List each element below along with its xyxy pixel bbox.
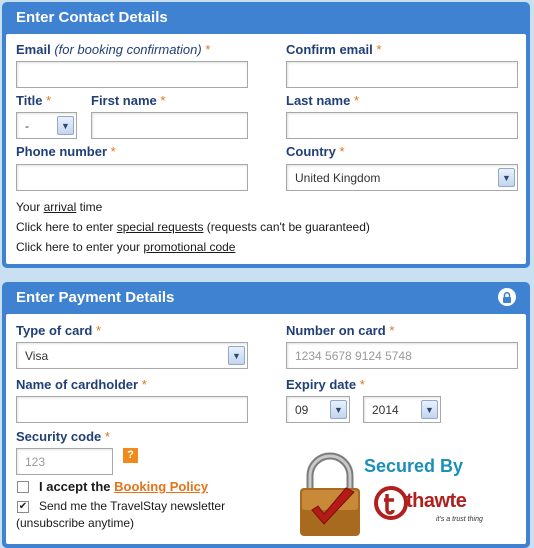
card-type-select[interactable]: Visa ▼	[16, 342, 248, 369]
chevron-down-icon: ▼	[330, 400, 347, 419]
expiry-month-select[interactable]: 09 ▼	[286, 396, 350, 423]
expiry-year-select[interactable]: 2014 ▼	[363, 396, 441, 423]
security-code-field[interactable]: 123	[16, 448, 113, 475]
last-name-label: Last name *	[286, 93, 359, 108]
payment-details-header: Enter Payment Details	[2, 282, 530, 314]
secured-badge: Secured By thawte it's a trust thing	[294, 450, 494, 544]
cardholder-label: Name of cardholder *	[16, 377, 147, 392]
thawte-logo-icon	[374, 486, 408, 520]
first-name-field[interactable]	[91, 112, 248, 139]
confirm-email-label: Confirm email *	[286, 42, 382, 57]
phone-label: Phone number *	[16, 144, 116, 159]
email-field[interactable]	[16, 61, 248, 88]
contact-details-body: Email (for booking confirmation) * Confi…	[6, 34, 526, 264]
promo-code-link[interactable]: promotional code	[143, 240, 235, 254]
thawte-brand-text: thawte	[406, 490, 467, 512]
help-icon[interactable]: ?	[123, 448, 138, 463]
booking-policy-link[interactable]: Booking Policy	[114, 479, 208, 494]
payment-details-panel: Enter Payment Details Type of card * Vis…	[2, 282, 530, 548]
arrival-time-line: Your arrival time	[16, 200, 103, 214]
thawte-tagline: it's a trust thing	[436, 516, 483, 523]
country-label: Country *	[286, 144, 345, 159]
newsletter-label: Send me the TravelStay newsletter	[39, 499, 226, 513]
payment-details-body: Type of card * Visa ▼ Number on card * 1…	[6, 314, 526, 544]
contact-details-panel: Enter Contact Details Email (for booking…	[2, 2, 530, 268]
secured-by-text: Secured By	[364, 456, 464, 476]
expiry-year-value: 2014	[372, 403, 399, 417]
accept-policy-checkbox[interactable]	[17, 481, 29, 493]
required-mark: *	[205, 42, 211, 57]
chevron-down-icon: ▼	[498, 168, 515, 187]
confirm-email-field[interactable]	[286, 61, 518, 88]
lock-icon	[498, 288, 516, 306]
special-requests-line: Click here to enter special requests (re…	[16, 220, 370, 234]
arrival-link[interactable]: arrival	[44, 200, 77, 214]
email-label: Email (for booking confirmation) *	[16, 42, 211, 57]
expiry-label: Expiry date *	[286, 377, 365, 392]
email-note: (for booking confirmation)	[54, 42, 202, 57]
security-code-placeholder: 123	[25, 455, 46, 469]
card-type-label: Type of card *	[16, 323, 102, 338]
chevron-down-icon: ▼	[57, 116, 74, 135]
newsletter-checkbox[interactable]: ✔	[17, 501, 29, 513]
chevron-down-icon: ▼	[228, 346, 245, 365]
promo-code-line: Click here to enter your promotional cod…	[16, 240, 236, 254]
newsletter-unsubscribe-note: (unsubscribe anytime)	[16, 516, 135, 530]
country-select[interactable]: United Kingdom ▼	[286, 164, 518, 191]
title-select-value: -	[25, 119, 29, 133]
title-label: Title *	[16, 93, 52, 108]
expiry-month-value: 09	[295, 403, 309, 417]
title-select[interactable]: - ▼	[16, 112, 77, 139]
cardholder-field[interactable]	[16, 396, 248, 423]
padlock-icon	[300, 452, 360, 536]
special-requests-link[interactable]: special requests	[117, 220, 204, 234]
phone-field[interactable]	[16, 164, 248, 191]
card-number-field[interactable]: 1234 5678 9124 5748	[286, 342, 518, 369]
card-number-label: Number on card *	[286, 323, 395, 338]
last-name-field[interactable]	[286, 112, 518, 139]
accept-policy-label: I accept the Booking Policy	[39, 479, 209, 494]
card-type-value: Visa	[25, 349, 49, 363]
card-number-placeholder: 1234 5678 9124 5748	[295, 349, 412, 363]
first-name-label: First name *	[91, 93, 166, 108]
contact-details-header: Enter Contact Details	[16, 9, 168, 26]
checkmark-icon: ✔	[18, 501, 28, 512]
country-select-value: United Kingdom	[295, 171, 381, 185]
security-code-label: Security code *	[16, 429, 110, 444]
chevron-down-icon: ▼	[421, 400, 438, 419]
